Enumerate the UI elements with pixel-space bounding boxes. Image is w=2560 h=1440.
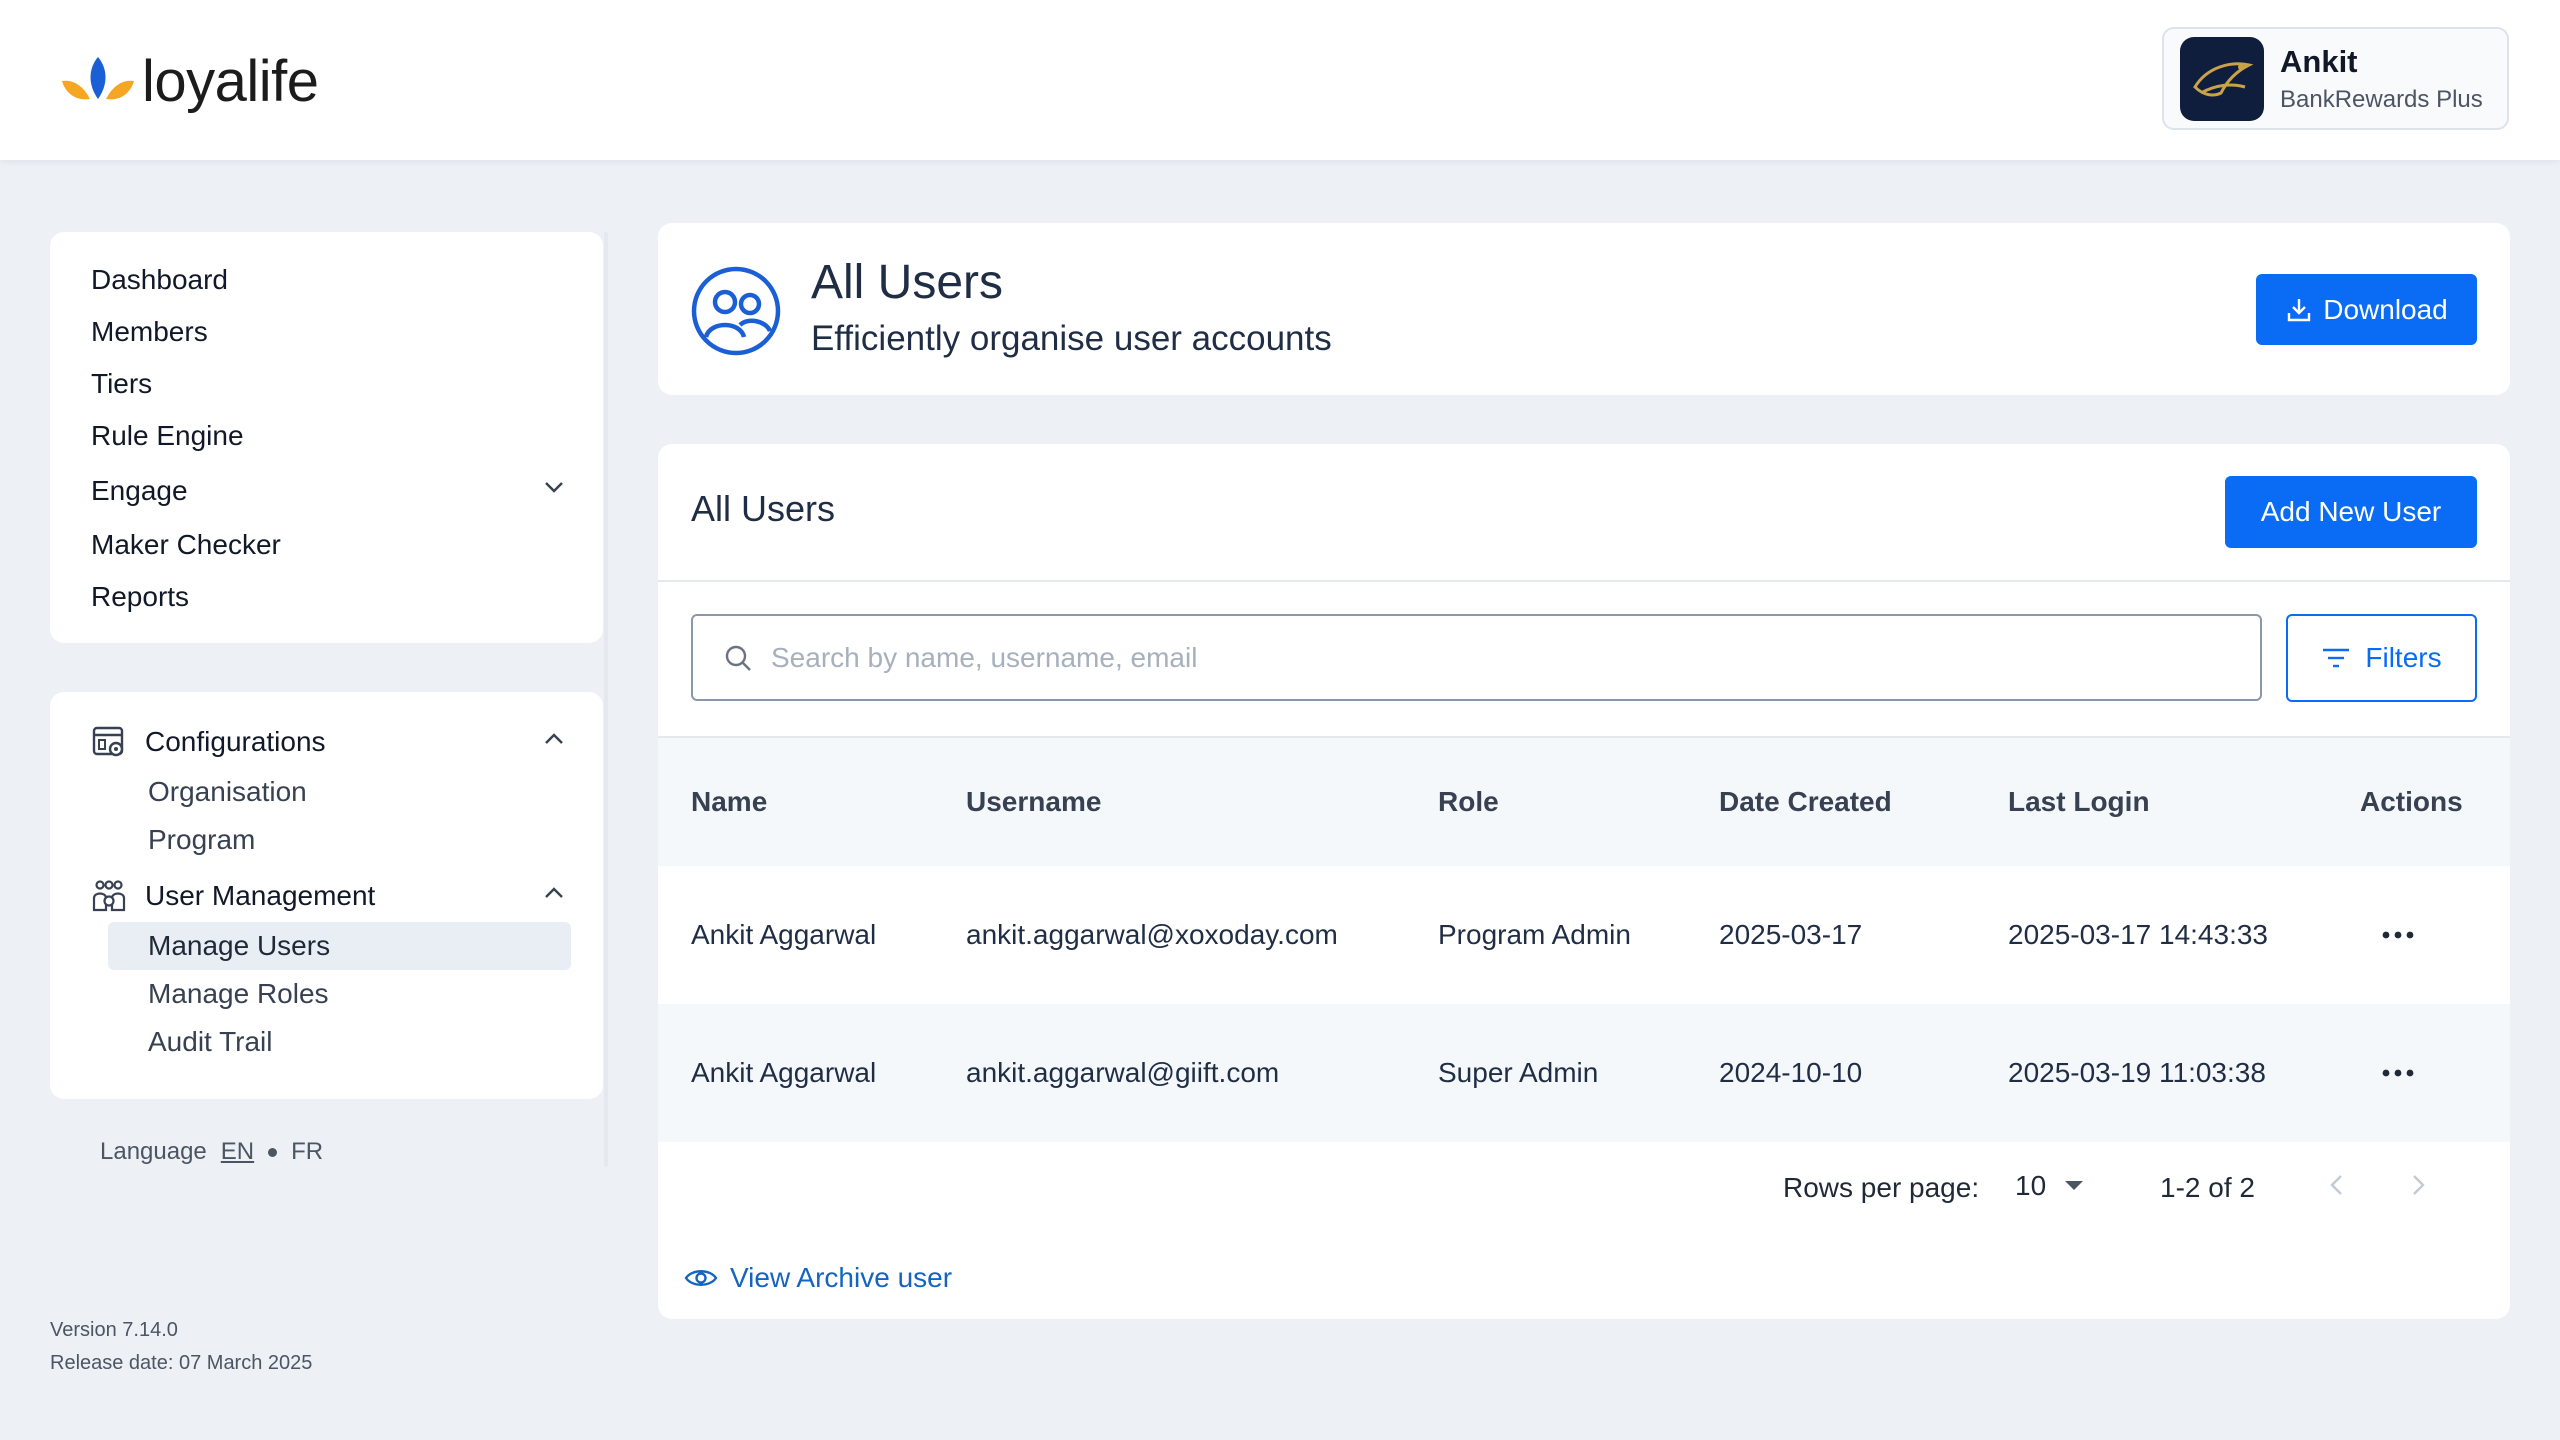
sidebar-item-label: Engage — [91, 475, 188, 506]
chevron-down-icon — [541, 462, 567, 519]
archive-link-label: View Archive user — [730, 1262, 953, 1293]
section-title: All Users — [691, 488, 836, 529]
sidebar-main-nav: Dashboard Members Tiers Rule Engine Enga… — [50, 232, 603, 643]
language-fr-link[interactable]: FR — [291, 1138, 323, 1166]
caret-down-icon — [2065, 1181, 2084, 1190]
configurations-icon — [91, 724, 127, 760]
filters-button[interactable]: Filters — [2286, 614, 2477, 702]
cell-last-login: 2025-03-19 11:03:38 — [2008, 1057, 2266, 1088]
column-header-name[interactable]: Name — [691, 738, 767, 866]
sidebar-group-user-management[interactable]: User Management — [50, 870, 603, 922]
column-header-date-created[interactable]: Date Created — [1719, 738, 1892, 866]
users-icon — [691, 266, 781, 356]
search-icon — [725, 645, 751, 671]
version-info: Version 7.14.0 Release date: 07 March 20… — [50, 1314, 312, 1380]
sidebar-settings-nav: Configurations Organisation Program User… — [50, 692, 603, 1099]
filter-icon — [2323, 648, 2350, 668]
table-header: Name Username Role Date Created Last Log… — [658, 736, 2510, 866]
rows-per-page-value: 10 — [2015, 1170, 2047, 1201]
version-number: Version 7.14.0 — [50, 1319, 178, 1341]
language-label: Language — [100, 1138, 207, 1165]
add-new-user-button[interactable]: Add New User — [2225, 476, 2477, 548]
eye-icon — [684, 1270, 718, 1286]
sidebar-group-configurations[interactable]: Configurations — [50, 716, 603, 768]
sidebar-item-program[interactable]: Program — [50, 816, 603, 864]
cell-role: Super Admin — [1438, 1057, 1599, 1088]
divider — [658, 580, 2510, 582]
search-box[interactable] — [691, 614, 2262, 701]
more-actions-icon[interactable] — [2378, 866, 2418, 1004]
page-subtitle: Efficiently organise user accounts — [811, 319, 1332, 358]
table-row[interactable]: Ankit Aggarwal ankit.aggarwal@xoxoday.co… — [658, 866, 2510, 1004]
sidebar-item-rule-engine[interactable]: Rule Engine — [50, 410, 603, 462]
cell-role: Program Admin — [1438, 919, 1631, 950]
download-label: Download — [2323, 293, 2448, 325]
page-title: All Users — [811, 256, 1004, 309]
column-header-username[interactable]: Username — [966, 738, 1101, 866]
program-logo-icon — [2180, 36, 2264, 121]
download-icon — [2288, 298, 2311, 321]
cell-date-created: 2024-10-10 — [1719, 1057, 1863, 1088]
table-row[interactable]: Ankit Aggarwal ankit.aggarwal@giift.com … — [658, 1004, 2510, 1142]
search-input[interactable] — [771, 641, 2171, 674]
profile-card[interactable]: Ankit BankRewards Plus — [2162, 27, 2509, 130]
chevron-left-icon[interactable] — [2322, 1170, 2352, 1205]
loyalife-logo-icon — [62, 57, 134, 100]
sidebar-group-label: User Management — [145, 880, 376, 911]
cell-name: Ankit Aggarwal — [691, 919, 877, 950]
sidebar-item-tiers[interactable]: Tiers — [50, 358, 603, 410]
sidebar-item-members[interactable]: Members — [50, 306, 603, 358]
sidebar-item-audit-trail[interactable]: Audit Trail — [50, 1018, 603, 1066]
language-en-link[interactable]: EN — [221, 1138, 254, 1166]
cell-username: ankit.aggarwal@giift.com — [966, 1057, 1280, 1088]
separator-dot — [268, 1147, 278, 1157]
view-archive-user-link[interactable]: View Archive user — [684, 1262, 952, 1294]
filters-label: Filters — [2365, 642, 2442, 673]
language-switcher: Language EN FR — [100, 1138, 323, 1166]
sidebar-item-manage-users[interactable]: Manage Users — [108, 922, 571, 970]
sidebar-item-engage[interactable]: Engage — [50, 462, 603, 519]
pagination: Rows per page: 10 1-2 of 2 — [658, 1162, 2510, 1222]
rows-per-page-select[interactable]: 10 — [2015, 1170, 2084, 1202]
sidebar-item-maker-checker[interactable]: Maker Checker — [50, 519, 603, 571]
more-actions-icon[interactable] — [2378, 1004, 2418, 1142]
sidebar-scrollbar[interactable] — [604, 232, 608, 1167]
column-header-role[interactable]: Role — [1438, 738, 1499, 866]
page-header-card: All Users Efficiently organise user acco… — [658, 223, 2510, 395]
sidebar-item-reports[interactable]: Reports — [50, 571, 603, 623]
cell-date-created: 2025-03-17 — [1719, 919, 1863, 950]
cell-username: ankit.aggarwal@xoxoday.com — [966, 919, 1338, 950]
cell-last-login: 2025-03-17 14:43:33 — [2008, 919, 2268, 950]
profile-name: Ankit — [2280, 43, 2358, 79]
download-button[interactable]: Download — [2256, 274, 2477, 345]
top-bar: loyalife Ankit BankRewards Plus — [0, 0, 2560, 160]
chevron-right-icon[interactable] — [2403, 1170, 2433, 1205]
pagination-range: 1-2 of 2 — [2160, 1172, 2255, 1203]
logo-text: loyalife — [142, 48, 319, 114]
sidebar-item-organisation[interactable]: Organisation — [50, 768, 603, 816]
users-table: Name Username Role Date Created Last Log… — [658, 736, 2510, 1142]
cell-name: Ankit Aggarwal — [691, 1057, 877, 1088]
chevron-up-icon — [541, 726, 567, 759]
release-date: Release date: 07 March 2025 — [50, 1352, 313, 1374]
sidebar-item-dashboard[interactable]: Dashboard — [50, 254, 603, 306]
chevron-up-icon — [541, 880, 567, 913]
sidebar-group-label: Configurations — [145, 726, 326, 757]
column-header-actions: Actions — [2360, 786, 2463, 817]
logo[interactable]: loyalife — [60, 46, 319, 116]
sidebar-item-manage-roles[interactable]: Manage Roles — [50, 970, 603, 1018]
user-group-icon — [91, 878, 127, 914]
users-table-card: All Users Add New User Filters Name User… — [658, 444, 2510, 1319]
column-header-last-login[interactable]: Last Login — [2008, 738, 2150, 866]
rows-per-page-label: Rows per page: — [1783, 1172, 1980, 1203]
profile-program: BankRewards Plus — [2280, 85, 2483, 113]
